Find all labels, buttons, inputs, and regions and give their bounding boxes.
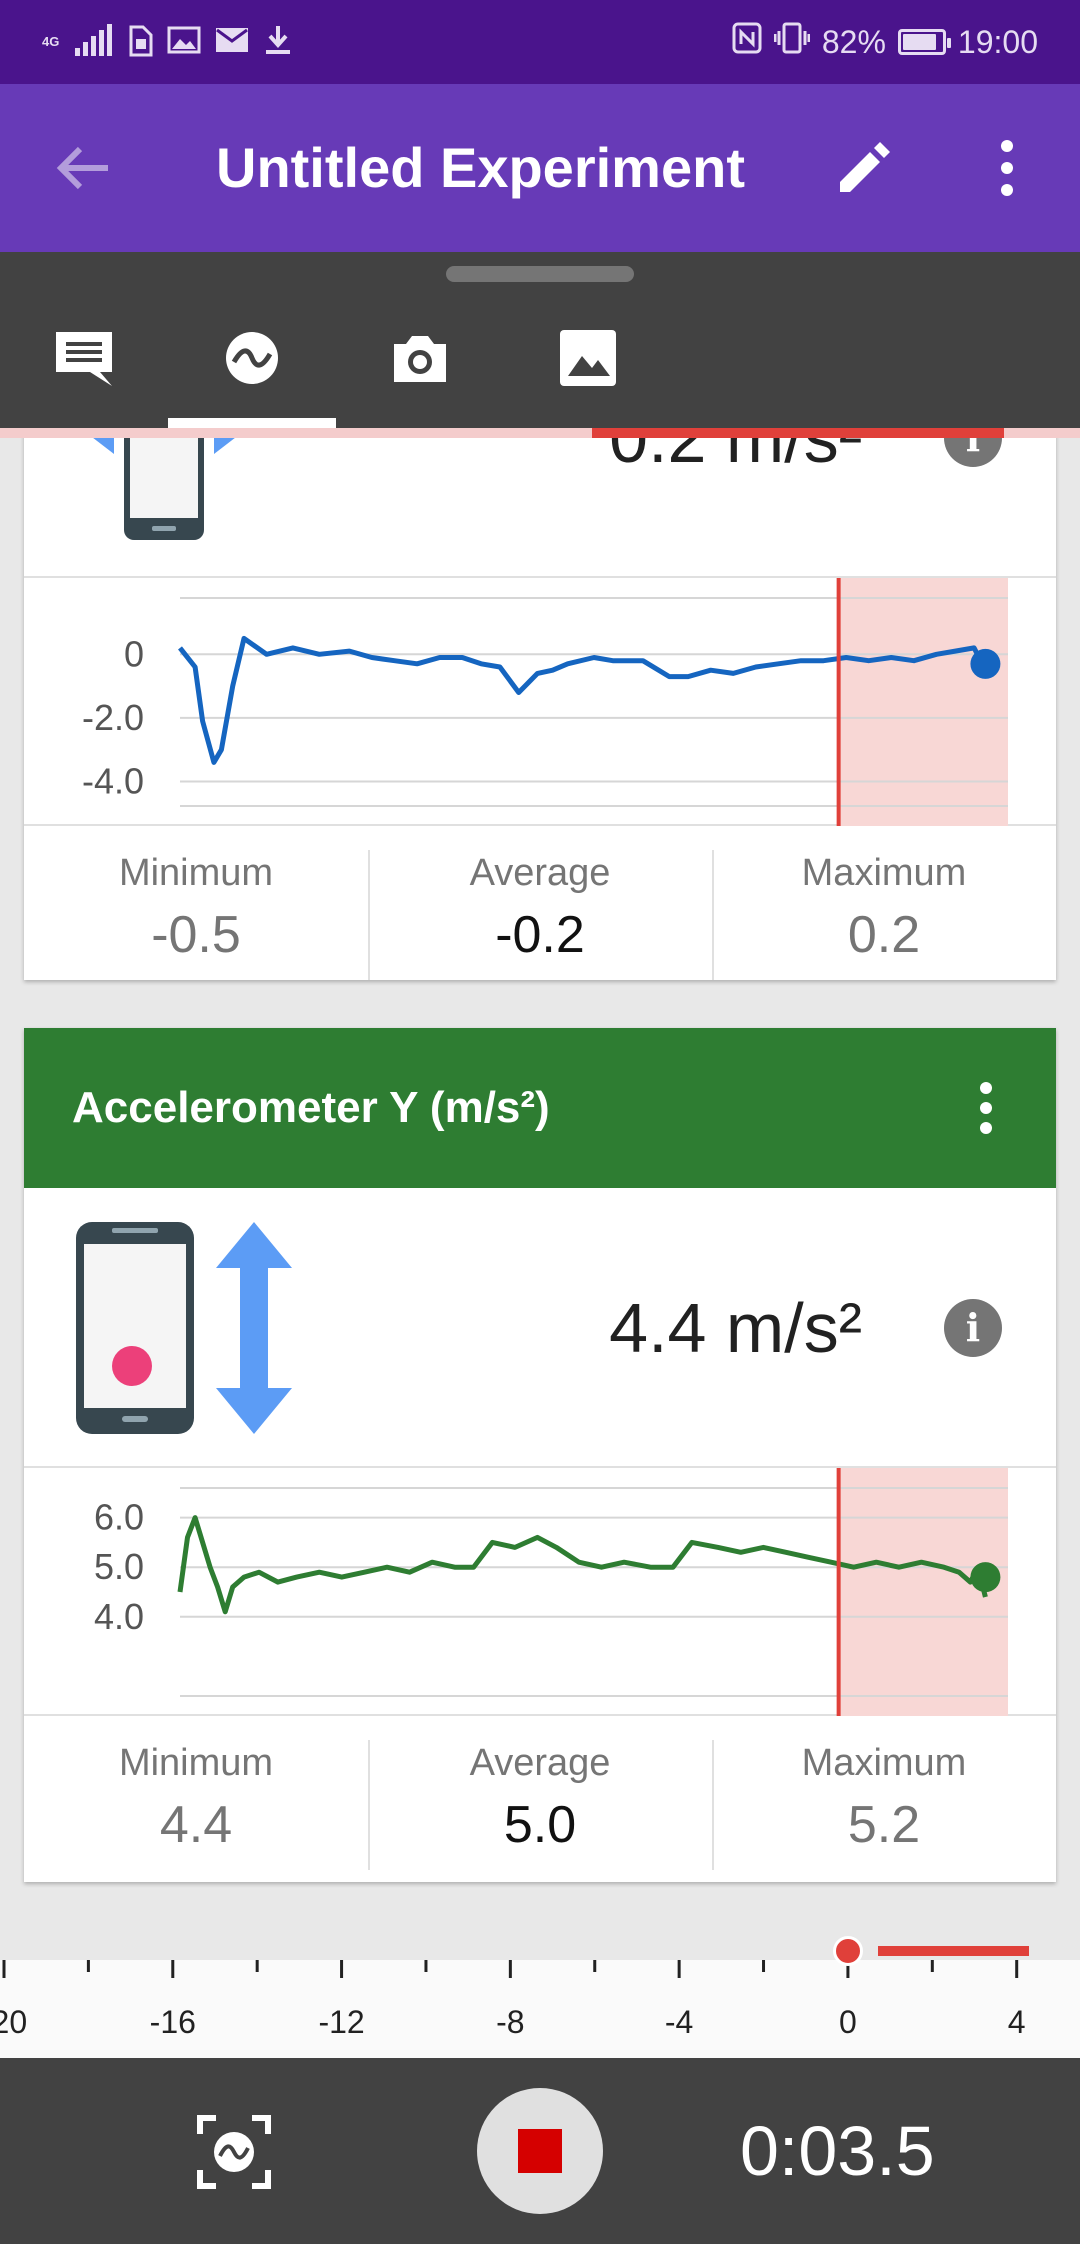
timeline-tick-label: -12: [318, 2004, 365, 2040]
phone-axis-icon: [72, 1218, 312, 1443]
info-icon[interactable]: i: [944, 1299, 1002, 1357]
sensor-chart: 0 -2.0 -4.0: [24, 578, 1056, 826]
sensor-title: Accelerometer Y (m/s²): [72, 1083, 550, 1132]
stat-value: 5.2: [847, 1796, 921, 1854]
tab-sensors[interactable]: [168, 310, 336, 428]
stat-average: Average 5.0: [368, 1716, 712, 1882]
sensor-value-row: 0.2 m/s² i: [24, 428, 1056, 578]
sensor-chart-svg: 0 -2.0 -4.0: [82, 578, 1008, 826]
sensor-stats: Minimum -0.5 Average -0.2 Maximum 0.2: [24, 826, 1056, 992]
elapsed-time: 0:03.5: [740, 2112, 935, 2190]
pencil-icon[interactable]: [834, 138, 894, 198]
more-vert-icon[interactable]: [990, 136, 1024, 200]
recording-region: [838, 578, 1008, 826]
battery-percent: 82%: [821, 23, 886, 60]
sensor-card-list[interactable]: 0.2 m/s² i 0 -2.0 -4.0 Minimum -0.5 Average…: [0, 428, 1080, 1960]
tab-camera[interactable]: [336, 310, 504, 428]
timeline-tick-label: -16: [149, 2004, 196, 2040]
sensor-chart-svg: 6.0 5.0 4.0: [94, 1468, 1008, 1716]
download-icon: [263, 24, 293, 61]
stat-value: 0.2: [847, 906, 921, 964]
current-value-dot: [970, 1562, 1001, 1593]
stat-value: 4.4: [159, 1796, 233, 1854]
y-tick-label: -2.0: [82, 697, 144, 738]
stop-record-icon: [518, 2129, 562, 2173]
stat-label: Average: [469, 1742, 611, 1784]
recording-bar: 0:03.5: [0, 2058, 1080, 2244]
timeline-tick-label: 4: [1007, 2004, 1026, 2040]
tool-panel: [0, 252, 1080, 428]
snapshot-icon: [197, 2115, 271, 2189]
more-vert-icon[interactable]: [976, 1080, 996, 1136]
sensor-stats: Minimum 4.4 Average 5.0 Maximum 5.2: [24, 1716, 1056, 1882]
sensor-card-header: Accelerometer Y (m/s²): [24, 1028, 1056, 1188]
recording-progress-fill: [591, 428, 1004, 438]
stat-label: Minimum: [118, 852, 274, 894]
stat-minimum: Minimum 4.4: [24, 1716, 368, 1882]
selected-tab-indicator: [168, 418, 336, 428]
timeline-tick-label: -8: [496, 2004, 525, 2040]
tab-gallery[interactable]: [504, 310, 672, 428]
sensor-wave-icon: [226, 332, 278, 384]
run-timeline[interactable]: -20 -16 -12 -8 -4 0 4: [0, 1936, 1080, 2058]
current-value-dot: [970, 648, 1001, 679]
signal-icon: [75, 23, 115, 61]
stat-average: Average -0.2: [368, 826, 712, 992]
y-tick-label: 4.0: [94, 1596, 144, 1637]
vibrate-icon: [773, 22, 811, 62]
stat-maximum: Maximum 5.2: [712, 1716, 1056, 1882]
stat-label: Minimum: [118, 1742, 274, 1784]
clock: 19:00: [957, 23, 1038, 60]
sensor-chart: 6.0 5.0 4.0: [24, 1468, 1056, 1716]
recording-start-marker[interactable]: [832, 1936, 863, 1966]
y-tick-label: -4.0: [82, 760, 144, 801]
y-tick-label: 5.0: [94, 1546, 144, 1587]
y-tick-label: 6.0: [94, 1497, 144, 1538]
stat-value: -0.5: [151, 906, 241, 964]
battery-icon: [897, 29, 951, 55]
sensor-card-x: 0.2 m/s² i 0 -2.0 -4.0 Minimum -0.5 Average…: [24, 428, 1056, 980]
stop-record-button[interactable]: [477, 2088, 603, 2214]
timeline-tick-label: 0: [839, 2004, 857, 2040]
y-tick-label: 0: [124, 633, 144, 674]
recording-progress-strip: [0, 428, 1080, 438]
stat-label: Maximum: [801, 1742, 967, 1784]
sensor-value: 4.4 m/s²: [609, 1289, 862, 1367]
stat-maximum: Maximum 0.2: [712, 826, 1056, 992]
timeline-tick-label: -4: [664, 2004, 694, 2040]
app-bar: Untitled Experiment: [0, 84, 1080, 252]
stat-label: Average: [469, 852, 611, 894]
camera-icon: [394, 336, 446, 382]
stat-value: 5.0: [503, 1796, 577, 1854]
battery-level: [902, 34, 936, 50]
stat-minimum: Minimum -0.5: [24, 826, 368, 992]
sensor-card-y: Accelerometer Y (m/s²) 4.4 m/s² i 6.0 5.0…: [24, 1028, 1056, 1882]
recording-range-bar: [877, 1946, 1030, 1956]
stat-label: Maximum: [801, 852, 967, 894]
phone-axis-icon: [84, 428, 244, 551]
page-title: Untitled Experiment: [216, 136, 745, 199]
stat-value: -0.2: [495, 906, 585, 964]
drag-handle[interactable]: [446, 266, 634, 282]
arrow-back-icon[interactable]: [52, 136, 116, 200]
image-icon: [167, 25, 201, 60]
snapshot-button[interactable]: [196, 2114, 272, 2190]
mail-icon: [215, 26, 249, 59]
nfc-icon: [732, 22, 762, 62]
gallery-icon: [560, 330, 616, 386]
tab-notes[interactable]: [0, 310, 168, 428]
status-bar: 4G 82% 19:00: [0, 0, 1080, 84]
timeline-tick-label: -20: [0, 2004, 28, 2040]
network-type: 4G: [42, 34, 60, 49]
note-icon: [56, 332, 112, 386]
sensor-value-row: 4.4 m/s² i: [24, 1188, 1056, 1468]
sim-icon: [129, 23, 153, 62]
sensor-value: 0.2 m/s²: [609, 428, 862, 477]
